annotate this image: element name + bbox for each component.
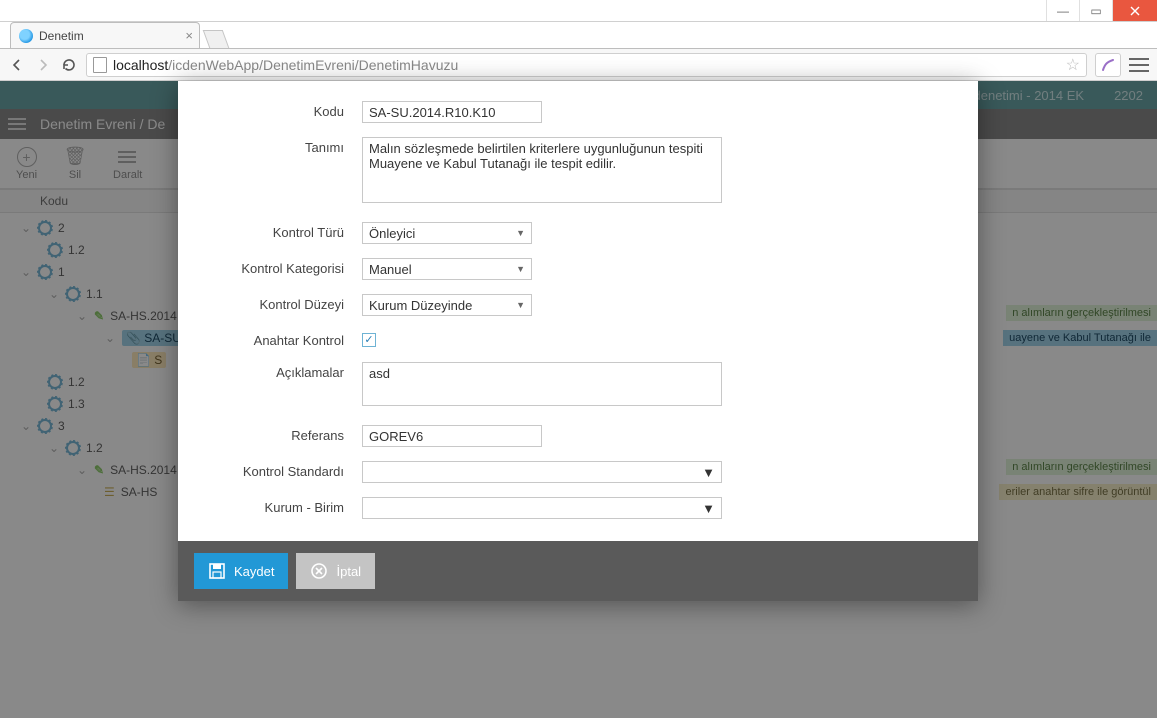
window-close-button[interactable] bbox=[1112, 0, 1157, 21]
kontrol-duzeyi-label: Kontrol Düzeyi bbox=[202, 294, 362, 312]
save-icon bbox=[208, 562, 226, 580]
aciklama-textarea[interactable]: asd bbox=[362, 362, 722, 406]
kontrol-kategorisi-label: Kontrol Kategorisi bbox=[202, 258, 362, 276]
url-host: localhost bbox=[113, 57, 168, 73]
standart-select[interactable]: ▼ bbox=[362, 461, 722, 483]
chrome-menu-button[interactable] bbox=[1129, 58, 1149, 72]
favicon-icon bbox=[19, 29, 33, 43]
save-label: Kaydet bbox=[234, 564, 274, 579]
chevron-down-icon: ▼ bbox=[516, 228, 525, 238]
page-icon bbox=[93, 57, 107, 73]
standart-label: Kontrol Standardı bbox=[202, 461, 362, 479]
dialog-footer: Kaydet İptal bbox=[178, 541, 978, 601]
referans-input[interactable] bbox=[362, 425, 542, 447]
bookmark-icon[interactable]: ☆ bbox=[1066, 55, 1080, 75]
kurum-label: Kurum - Birim bbox=[202, 497, 362, 515]
kurum-select[interactable]: ▼ bbox=[362, 497, 722, 519]
tab-title: Denetim bbox=[39, 29, 84, 43]
extension-button[interactable] bbox=[1095, 53, 1121, 77]
forward-button[interactable] bbox=[34, 56, 52, 74]
window-minimize-button[interactable]: — bbox=[1046, 0, 1079, 21]
kontrol-kategorisi-select[interactable]: Manuel▼ bbox=[362, 258, 532, 280]
cancel-label: İptal bbox=[336, 564, 361, 579]
app-shell: Gelen (0) Gönderilen (0) politika belges… bbox=[0, 81, 1157, 718]
tab-close-icon[interactable]: × bbox=[185, 28, 193, 43]
kontrol-turu-label: Kontrol Türü bbox=[202, 222, 362, 240]
browser-tab[interactable]: Denetim × bbox=[10, 22, 200, 48]
referans-label: Referans bbox=[202, 425, 362, 443]
tanimi-label: Tanımı bbox=[202, 137, 362, 155]
window-maximize-button[interactable]: ▭ bbox=[1079, 0, 1112, 21]
chevron-down-icon: ▼ bbox=[516, 264, 525, 274]
chevron-down-icon: ▼ bbox=[702, 465, 715, 480]
close-icon bbox=[1130, 6, 1140, 16]
address-bar[interactable]: localhost/icdenWebApp/DenetimEvreni/Dene… bbox=[86, 53, 1087, 77]
kontrol-turu-select[interactable]: Önleyici▼ bbox=[362, 222, 532, 244]
window-titlebar: — ▭ bbox=[0, 0, 1157, 22]
save-button[interactable]: Kaydet bbox=[194, 553, 288, 589]
reload-button[interactable] bbox=[60, 56, 78, 74]
new-tab-button[interactable] bbox=[203, 30, 230, 48]
back-button[interactable] bbox=[8, 56, 26, 74]
kontrol-duzeyi-select[interactable]: Kurum Düzeyinde▼ bbox=[362, 294, 532, 316]
browser-toolbar: localhost/icdenWebApp/DenetimEvreni/Dene… bbox=[0, 49, 1157, 81]
kodu-input[interactable] bbox=[362, 101, 542, 123]
aciklama-label: Açıklamalar bbox=[202, 362, 362, 380]
tanimi-textarea[interactable]: Malın sözleşmede belirtilen kriterlere u… bbox=[362, 137, 722, 203]
chevron-down-icon: ▼ bbox=[516, 300, 525, 310]
cancel-button[interactable]: İptal bbox=[296, 553, 375, 589]
anahtar-label: Anahtar Kontrol bbox=[202, 330, 362, 348]
kodu-label: Kodu bbox=[202, 101, 362, 119]
chevron-down-icon: ▼ bbox=[702, 501, 715, 516]
cancel-icon bbox=[310, 562, 328, 580]
url-path: /icdenWebApp/DenetimEvreni/DenetimHavuzu bbox=[168, 57, 458, 73]
edit-dialog: Kodu Tanımı Malın sözleşmede belirtilen … bbox=[178, 81, 978, 601]
anahtar-checkbox[interactable]: ✓ bbox=[362, 333, 376, 347]
browser-tabstrip: Denetim × bbox=[0, 22, 1157, 49]
